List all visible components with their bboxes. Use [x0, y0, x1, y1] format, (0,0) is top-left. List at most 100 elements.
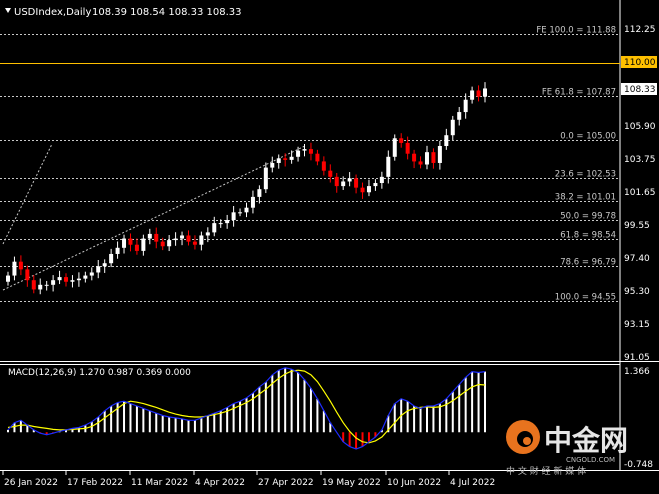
trend-line-upper[interactable]: [2, 143, 53, 245]
date-tick-label: 17 Feb 2022: [67, 478, 123, 488]
candle-body: [89, 272, 94, 276]
price-tick-label: 112.25: [624, 25, 656, 35]
candle-body: [463, 99, 468, 113]
candle-body: [424, 152, 429, 165]
date-tick-label: 4 Jul 2022: [450, 478, 495, 488]
candle-body: [334, 176, 339, 187]
trend-line-channel[interactable]: [2, 145, 306, 291]
candle-body: [18, 261, 23, 270]
candle-body: [115, 247, 120, 254]
candle-body: [289, 156, 294, 160]
date-tick-label: 19 May 2022: [322, 478, 381, 488]
candle-body: [141, 238, 146, 251]
symbol-label: USDIndex,Daily: [14, 7, 91, 18]
candle-body: [244, 207, 249, 213]
date-tick-label: 11 Mar 2022: [131, 478, 188, 488]
fibonacci-levels[interactable]: FE 100.0 = 111.88 FE 61.8 = 107.87 0.0 = 1…: [0, 26, 620, 303]
candle-body: [347, 178, 352, 182]
candle-body: [444, 135, 449, 146]
candle-body: [392, 138, 397, 157]
candle-body: [109, 253, 114, 264]
candle-body: [328, 170, 333, 177]
price-level-marker-label: 110.00: [624, 58, 656, 68]
candle-body: [341, 181, 346, 187]
candle-body: [192, 241, 197, 245]
macd-title: MACD(12,26,9) 1.270 0.987 0.369 0.000: [8, 368, 191, 378]
candle-body: [431, 152, 436, 163]
candle-body: [6, 275, 10, 282]
cngold-watermark: 中金网 CNGOLD.COM 中 文 财 经 新 媒 体: [506, 420, 628, 477]
candle-body: [263, 167, 268, 190]
candle-body: [483, 88, 487, 97]
candle-body: [12, 261, 17, 276]
candle-body: [31, 280, 36, 290]
trading-chart-window[interactable]: USDIndex,Daily 108.39 108.54 108.33 108.…: [0, 0, 659, 490]
candle-body: [64, 277, 69, 282]
candle-body: [470, 90, 475, 100]
candle-body: [437, 145, 442, 163]
price-tick-label: 97.40: [624, 254, 650, 264]
candle-body: [296, 150, 301, 157]
price-tick-label: 101.65: [624, 188, 656, 198]
candle-body: [199, 235, 204, 245]
candle-body: [354, 178, 359, 188]
candle-body: [102, 263, 107, 267]
ohlc-values: 108.39 108.54 108.33 108.33: [92, 7, 242, 18]
macd-axis-bottom: -0.748: [624, 460, 653, 470]
candle-body: [315, 153, 320, 162]
candle-body: [218, 223, 223, 225]
candle-body: [205, 232, 210, 236]
candle-body: [231, 212, 236, 221]
candle-body: [257, 189, 262, 197]
date-axis[interactable]: 26 Jan 2022 17 Feb 2022 11 Mar 2022 4 Ap…: [2, 470, 495, 488]
cngold-brand: 中金网: [544, 424, 628, 457]
fib-level-label: 38.2 = 101.01: [555, 193, 616, 203]
candle-body: [96, 266, 101, 273]
candle-body: [122, 238, 127, 248]
candle-body: [25, 269, 30, 281]
candle-body: [51, 280, 56, 285]
candle-body: [134, 244, 139, 251]
date-tick-label: 26 Jan 2022: [4, 478, 58, 488]
price-tick-label: 105.90: [624, 122, 656, 132]
candle-body: [57, 277, 62, 281]
fib-level-label: 61.8 = 98.54: [560, 231, 616, 241]
candle-body: [321, 161, 326, 171]
candle-body: [270, 162, 275, 168]
candle-body: [160, 241, 165, 247]
price-tick-label: 93.15: [624, 320, 650, 330]
price-axis[interactable]: 112.25 105.90 103.75 101.65 99.55 97.40 …: [621, 25, 657, 363]
price-tick-label: 91.05: [624, 353, 650, 363]
candle-body: [173, 238, 178, 241]
fib-level-label: 23.6 = 102.53: [555, 170, 616, 180]
candle-body: [44, 284, 49, 286]
candle-body: [167, 240, 172, 247]
candle-body: [450, 119, 455, 136]
price-tick-label: 103.75: [624, 155, 656, 165]
fib-level-label: 100.0 = 94.55: [555, 293, 616, 303]
fib-level-label: 50.0 = 99.78: [560, 212, 616, 222]
candle-body: [225, 220, 230, 224]
candle-body: [250, 196, 255, 208]
candle-body: [283, 158, 288, 160]
date-tick-label: 4 Apr 2022: [195, 478, 245, 488]
fib-level-label: 0.0 = 105.00: [560, 132, 616, 142]
chart-canvas[interactable]: USDIndex,Daily 108.39 108.54 108.33 108.…: [0, 0, 659, 490]
date-tick-label: 10 Jun 2022: [387, 478, 441, 488]
candle-body: [154, 233, 159, 242]
price-tick-label: 95.30: [624, 287, 650, 297]
candle-body: [276, 158, 281, 163]
candle-body: [418, 161, 423, 165]
fib-level-label: 78.6 = 96.79: [560, 258, 616, 268]
candle-body: [238, 212, 243, 214]
candle-body: [128, 238, 133, 245]
candle-body: [147, 233, 152, 239]
fib-level-label: FE 100.0 = 111.88: [536, 26, 616, 36]
candle-body: [186, 235, 191, 242]
candle-body: [405, 142, 410, 154]
symbol-dropdown-icon[interactable]: [5, 8, 11, 13]
candle-body: [366, 186, 371, 193]
candle-body: [38, 284, 43, 290]
date-tick-label: 27 Apr 2022: [258, 478, 314, 488]
candlestick-series[interactable]: [6, 82, 487, 295]
